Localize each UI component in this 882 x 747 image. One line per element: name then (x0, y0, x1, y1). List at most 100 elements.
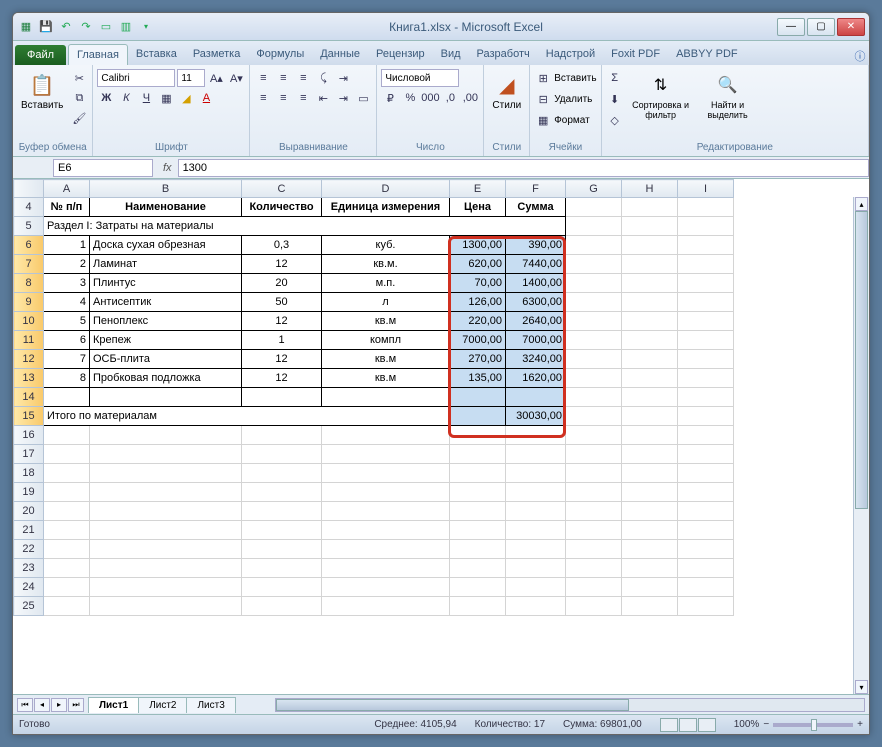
cell[interactable]: кв.м. (322, 255, 450, 274)
cell[interactable]: 4 (44, 293, 90, 312)
increase-indent-icon[interactable]: ⇥ (334, 89, 352, 107)
cut-icon[interactable]: ✂ (70, 69, 88, 87)
cell[interactable] (322, 597, 450, 616)
cell[interactable] (90, 540, 242, 559)
column-header[interactable]: C (242, 180, 322, 198)
comma-icon[interactable]: 000 (421, 89, 439, 107)
cell[interactable]: кв.м (322, 350, 450, 369)
zoom-slider[interactable] (773, 723, 853, 727)
align-middle-icon[interactable]: ≡ (274, 69, 292, 87)
cell[interactable] (450, 521, 506, 540)
cell[interactable]: 12 (242, 350, 322, 369)
cell[interactable] (450, 445, 506, 464)
cell[interactable] (506, 540, 566, 559)
zoom-in-button[interactable]: + (857, 719, 863, 730)
row-header[interactable]: 12 (14, 350, 44, 369)
cell[interactable] (566, 331, 622, 350)
ribbon-tab[interactable]: Вид (433, 44, 469, 65)
cell[interactable]: 7 (44, 350, 90, 369)
cell[interactable] (322, 502, 450, 521)
cell[interactable]: кв.м (322, 369, 450, 388)
cell[interactable] (566, 445, 622, 464)
cell[interactable] (622, 578, 678, 597)
cell[interactable] (44, 483, 90, 502)
cell[interactable] (678, 483, 734, 502)
align-bottom-icon[interactable]: ≡ (294, 69, 312, 87)
cell[interactable]: Пробковая подложка (90, 369, 242, 388)
cell[interactable] (90, 521, 242, 540)
font-name-dropdown[interactable]: Calibri (97, 69, 175, 87)
maximize-button[interactable]: ▢ (807, 18, 835, 36)
cell[interactable] (566, 521, 622, 540)
cell[interactable] (90, 483, 242, 502)
cell[interactable]: 12 (242, 312, 322, 331)
row-header[interactable]: 4 (14, 198, 44, 217)
cell[interactable]: 20 (242, 274, 322, 293)
cell[interactable] (242, 464, 322, 483)
sheet-nav-last-icon[interactable]: ⏭ (68, 698, 84, 712)
cell[interactable] (566, 236, 622, 255)
row-header[interactable]: 7 (14, 255, 44, 274)
cell[interactable] (622, 426, 678, 445)
cell[interactable] (566, 502, 622, 521)
cell[interactable] (566, 559, 622, 578)
row-header[interactable]: 18 (14, 464, 44, 483)
minimize-button[interactable]: — (777, 18, 805, 36)
cell[interactable] (242, 502, 322, 521)
cell[interactable] (622, 483, 678, 502)
percent-icon[interactable]: % (401, 89, 419, 107)
cell[interactable] (566, 350, 622, 369)
cell[interactable] (566, 255, 622, 274)
cell[interactable] (242, 597, 322, 616)
scroll-up-icon[interactable]: ▴ (855, 197, 868, 211)
cell[interactable]: компл (322, 331, 450, 350)
cell[interactable]: Доска сухая обрезная (90, 236, 242, 255)
cell[interactable]: 220,00 (450, 312, 506, 331)
ribbon-tab[interactable]: Данные (312, 44, 368, 65)
row-header[interactable]: 25 (14, 597, 44, 616)
cell[interactable]: Ламинат (90, 255, 242, 274)
cell[interactable] (566, 597, 622, 616)
zoom-level[interactable]: 100% (734, 719, 760, 730)
cell[interactable]: 12 (242, 369, 322, 388)
cell[interactable] (566, 388, 622, 407)
border-icon[interactable]: ▦ (157, 89, 175, 107)
cell[interactable]: 6 (44, 331, 90, 350)
cell[interactable] (44, 464, 90, 483)
cell[interactable]: 2 (44, 255, 90, 274)
cell[interactable] (322, 559, 450, 578)
cell[interactable] (678, 521, 734, 540)
cell[interactable]: 3 (44, 274, 90, 293)
row-header[interactable]: 23 (14, 559, 44, 578)
cell[interactable] (90, 559, 242, 578)
cell[interactable] (566, 274, 622, 293)
cell[interactable]: Цена (450, 198, 506, 217)
vscroll-thumb[interactable] (855, 211, 868, 509)
cell[interactable] (566, 217, 622, 236)
column-header[interactable]: H (622, 180, 678, 198)
cell[interactable] (44, 502, 90, 521)
row-header[interactable]: 13 (14, 369, 44, 388)
row-header[interactable]: 20 (14, 502, 44, 521)
paste-button[interactable]: 📋 Вставить (17, 69, 67, 113)
cell[interactable] (450, 388, 506, 407)
find-select-button[interactable]: 🔍 Найти и выделить (698, 69, 758, 122)
qat-icon-1[interactable]: ▭ (97, 18, 115, 36)
cell[interactable]: Антисептик (90, 293, 242, 312)
cell[interactable] (622, 464, 678, 483)
cell[interactable]: 7000,00 (450, 331, 506, 350)
cell[interactable] (90, 388, 242, 407)
cell[interactable] (322, 578, 450, 597)
cell[interactable]: куб. (322, 236, 450, 255)
cell[interactable] (90, 578, 242, 597)
align-center-icon[interactable]: ≡ (274, 89, 292, 107)
cell[interactable]: № п/п (44, 198, 90, 217)
row-header[interactable]: 17 (14, 445, 44, 464)
ribbon-tab[interactable]: Надстрой (538, 44, 603, 65)
column-header[interactable]: D (322, 180, 450, 198)
cell[interactable] (678, 502, 734, 521)
cell[interactable] (622, 502, 678, 521)
cell[interactable] (242, 445, 322, 464)
cell[interactable]: кв.м (322, 312, 450, 331)
page-break-view-button[interactable] (698, 718, 716, 732)
